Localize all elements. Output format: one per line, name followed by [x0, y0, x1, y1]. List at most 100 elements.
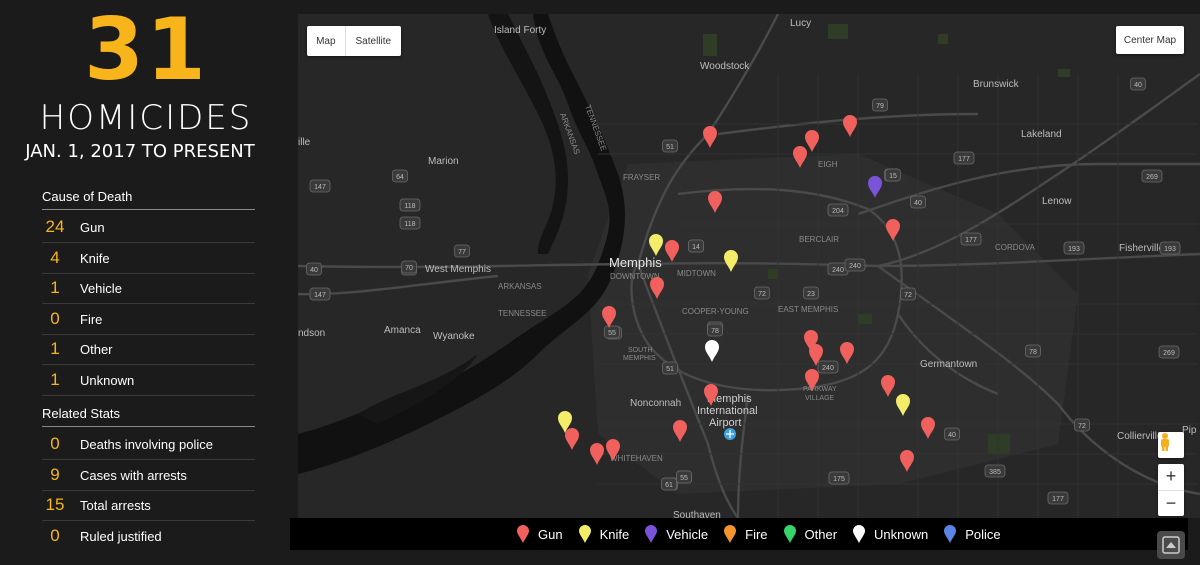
map-canvas[interactable]: Lucy Island Forty Woodstock Brunswick La… — [298, 14, 1200, 518]
homicide-map[interactable]: Lucy Island Forty Woodstock Brunswick La… — [298, 14, 1200, 518]
label-parkway-2: VILLAGE — [805, 395, 835, 402]
legend-label: Unknown — [874, 526, 929, 542]
label-ndson: ndson — [298, 328, 325, 339]
highway-shield-label: 204 — [832, 208, 844, 215]
zoom-out-button[interactable]: − — [1158, 491, 1184, 517]
highway-shield-label: 40 — [948, 432, 956, 439]
label-amanca: Amanca — [384, 325, 421, 336]
legend-label: Knife — [599, 526, 630, 542]
stat-value: 1 — [50, 278, 60, 297]
highway-shield: 240 — [844, 258, 866, 272]
label-tennessee: TENNESSEE — [498, 309, 546, 318]
fire-pin-icon — [724, 525, 737, 543]
highway-shield: 204 — [827, 203, 849, 217]
highway-shield: 147 — [309, 179, 331, 193]
stat-row-gun: 24 Gun — [42, 212, 255, 243]
knife-pin-icon — [578, 525, 591, 543]
stat-row-cases-arrests: 9 Cases with arrests — [42, 460, 255, 491]
legend-item-other: Other — [783, 524, 838, 544]
label-parkway-1: PARKWAY — [803, 386, 837, 393]
highway-shield: 77 — [454, 244, 470, 258]
highway-shield-label: 72 — [904, 292, 912, 299]
highway-shield: 72 — [754, 286, 770, 300]
highway-shield-label: 193 — [1068, 246, 1080, 253]
label-southaven: Southaven — [673, 510, 721, 518]
zoom-control[interactable]: + − — [1158, 464, 1184, 516]
highway-shield-label: 64 — [396, 174, 404, 181]
highway-shield: 72 — [900, 287, 916, 301]
highway-shield-label: 240 — [822, 365, 834, 372]
label-island-forty: Island Forty — [494, 25, 546, 36]
stat-row-vehicle: 1 Vehicle — [42, 273, 255, 304]
legend-item-unknown: Unknown — [852, 524, 928, 544]
label-lakeland: Lakeland — [1021, 129, 1062, 140]
highway-shield-label: 118 — [404, 203, 415, 210]
label-south-memphis-2: MEMPHIS — [623, 355, 656, 362]
highway-shield-label: 385 — [989, 469, 1001, 476]
map-type-satellite-button[interactable]: Satellite — [344, 26, 401, 56]
highway-shield-label: 55 — [680, 475, 688, 482]
highway-shield-label: 177 — [965, 237, 977, 244]
stat-label: Knife — [80, 250, 110, 266]
highway-shield-label: 269 — [1146, 174, 1158, 181]
highway-shield: 269 — [1141, 169, 1163, 183]
label-wyanoke: Wyanoke — [433, 331, 475, 342]
stat-row-fire: 0 Fire — [42, 304, 255, 335]
map-type-control[interactable]: Map Satellite — [307, 26, 401, 56]
highway-shield: 14 — [688, 239, 704, 253]
highway-shield-label: 40 — [1134, 82, 1142, 89]
stat-row-other: 1 Other — [42, 334, 255, 365]
legend-item-police: Police — [943, 524, 1001, 544]
highway-shield-label: 118 — [404, 221, 415, 228]
label-frayser: FRAYSER — [623, 173, 660, 182]
stat-value: 0 — [50, 434, 60, 453]
legend-item-gun: Gun — [516, 524, 563, 544]
street-view-pegman-icon[interactable] — [1158, 432, 1184, 458]
page-title: HOMICIDES — [39, 98, 253, 138]
highway-shield: 177 — [953, 151, 975, 165]
arrow-up-icon — [1162, 536, 1180, 554]
highway-shield: 72 — [1074, 418, 1090, 432]
label-pip: Pip — [1182, 425, 1197, 436]
stat-label: Deaths involving police — [80, 436, 213, 452]
zoom-in-button[interactable]: + — [1158, 464, 1184, 491]
highway-shield: 147 — [309, 287, 331, 301]
label-germantown: Germantown — [920, 359, 977, 370]
stat-label: Fire — [80, 311, 103, 327]
label-nonconnah: Nonconnah — [630, 398, 681, 409]
legend-label: Vehicle — [666, 526, 709, 542]
highway-shield: 385 — [984, 464, 1006, 478]
legend-label: Police — [965, 526, 1001, 542]
highway-shield-label: 40 — [914, 200, 922, 207]
highway-shield: 269 — [1158, 345, 1180, 359]
gun-pin-icon — [517, 525, 529, 543]
label-lenow: Lenow — [1042, 196, 1072, 207]
stat-label: Cases with arrests — [80, 467, 187, 483]
label-west-memphis: West Memphis — [425, 264, 491, 275]
stat-value: 0 — [50, 526, 60, 545]
legend-item-vehicle: Vehicle — [644, 524, 708, 544]
highway-shield-label: 177 — [1052, 496, 1064, 503]
highway-shield-label: 14 — [692, 244, 700, 251]
scroll-to-top-button[interactable] — [1157, 531, 1185, 559]
stat-row-ruled-justified: 0 Ruled justified — [42, 521, 255, 551]
center-map-button[interactable]: Center Map — [1116, 26, 1184, 54]
legend-item-knife: Knife — [578, 524, 630, 544]
label-woodstock: Woodstock — [700, 61, 750, 72]
label-east-memphis: EAST MEMPHIS — [778, 305, 838, 314]
highway-shield: 240 — [817, 360, 839, 374]
date-range: JAN. 1, 2017 TO PRESENT — [25, 141, 255, 162]
label-berclair: BERCLAIR — [799, 235, 839, 244]
related-stats-heading: Related Stats — [42, 406, 255, 427]
highway-shield: 55 — [604, 325, 620, 339]
sidebar: 31 HOMICIDES JAN. 1, 2017 TO PRESENT Cau… — [0, 0, 292, 565]
highway-shield-label: 177 — [958, 156, 970, 163]
map-type-map-button[interactable]: Map — [307, 26, 345, 56]
legend-label: Other — [804, 526, 838, 542]
label-ille: ille — [298, 137, 311, 148]
highway-shield-label: 61 — [665, 482, 673, 489]
highway-shield-label: 72 — [758, 291, 766, 298]
stat-label: Gun — [80, 219, 105, 235]
stat-value: 1 — [50, 339, 60, 358]
stat-row-unknown: 1 Unknown — [42, 365, 255, 396]
